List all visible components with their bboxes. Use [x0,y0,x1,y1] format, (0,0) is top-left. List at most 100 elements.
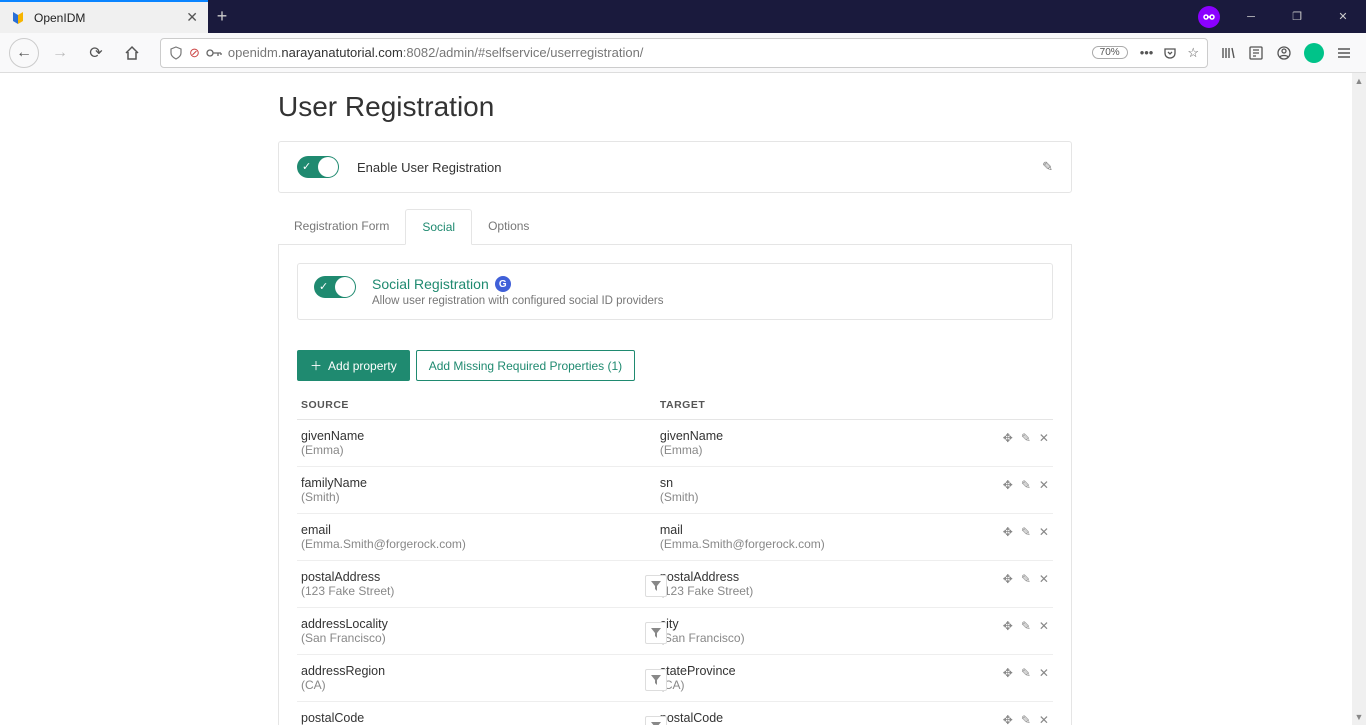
url-bar[interactable]: ⊘ openidm.narayanatutorial.com:8082/admi… [160,38,1208,68]
property-row: addressRegion(CA)stateProvince(CA)✥✎✕ [297,655,1053,702]
target-value: (123 Fake Street) [660,584,962,598]
add-property-button[interactable]: ＋ Add property [297,350,410,381]
move-icon[interactable]: ✥ [1003,478,1013,492]
target-name: sn [660,476,962,490]
target-value: (CA) [660,678,962,692]
property-row: givenName(Emma)givenName(Emma)✥✎✕ [297,420,1053,467]
social-registration-title: Social Registration G [372,276,663,292]
filter-icon[interactable] [645,716,667,725]
zoom-indicator[interactable]: 70% [1092,46,1128,59]
home-button[interactable] [116,37,148,69]
enable-registration-toggle[interactable]: ✓ [297,156,339,178]
account-icon[interactable] [1276,45,1292,61]
property-row: familyName(Smith)sn(Smith) ✥ ✎ ✕ [297,467,1053,514]
window-maximize-button[interactable]: ❐ [1274,0,1320,33]
tab-title: OpenIDM [34,11,178,25]
target-value: (San Francisco) [660,631,962,645]
reload-button[interactable]: ⟳ [80,37,112,69]
enable-registration-panel: ✓ Enable User Registration ✎ [278,141,1072,193]
forward-button: → [44,37,76,69]
header-source: SOURCE [297,399,660,411]
key-icon [206,47,222,59]
source-name: email [301,523,660,537]
scroll-down-icon[interactable]: ▼ [1352,709,1366,725]
no-tracking-icon: ⊘ [189,45,200,61]
viewport: User Registration ✓ Enable User Registra… [0,73,1352,725]
browser-tab[interactable]: OpenIDM ✕ [0,0,208,33]
source-name: familyName [301,476,660,490]
delete-icon[interactable]: ✕ [1039,431,1049,445]
browser-navbar: ← → ⟳ ⊘ openidm.narayanatutorial.com:808… [0,33,1366,73]
source-value: (CA) [301,678,660,692]
scroll-up-icon[interactable]: ▲ [1352,73,1366,89]
enable-registration-label: Enable User Registration [357,160,1024,175]
edit-icon[interactable]: ✎ [1021,478,1031,492]
favicon-icon [10,10,26,26]
back-button[interactable]: ← [8,37,40,69]
library-icon[interactable] [1220,45,1236,61]
bookmark-star-icon[interactable]: ☆ [1187,45,1199,61]
property-row: postalAddress(123 Fake Street)postalAddr… [297,561,1053,608]
header-target: TARGET [660,399,962,411]
target-name: postalCode [660,711,962,725]
delete-icon[interactable]: ✕ [1039,572,1049,586]
grammarly-icon[interactable] [1304,43,1324,63]
move-icon[interactable]: ✥ [1003,525,1013,539]
edit-icon[interactable]: ✎ [1021,572,1031,586]
move-icon[interactable]: ✥ [1003,431,1013,445]
filter-icon[interactable] [645,575,667,597]
property-table-header: SOURCE TARGET [297,391,1053,420]
tabs: Registration Form Social Options [278,209,1072,245]
window-minimize-button[interactable]: ─ [1228,0,1274,33]
move-icon[interactable]: ✥ [1003,713,1013,725]
add-missing-properties-button[interactable]: Add Missing Required Properties (1) [416,350,635,381]
move-icon[interactable]: ✥ [1003,619,1013,633]
source-name: givenName [301,429,660,443]
tab-content-social: ✓ Social Registration G Allow user regis… [278,245,1072,725]
edit-icon[interactable]: ✎ [1021,619,1031,633]
delete-icon[interactable]: ✕ [1039,478,1049,492]
source-value: (Smith) [301,490,660,504]
hamburger-menu-icon[interactable] [1336,45,1352,61]
check-icon: ✓ [302,160,311,173]
source-value: (Emma) [301,443,660,457]
window-close-button[interactable]: ✕ [1320,0,1366,33]
delete-icon[interactable]: ✕ [1039,713,1049,725]
pocket-icon[interactable] [1163,46,1177,60]
window-titlebar: OpenIDM ✕ + ─ ❐ ✕ [0,0,1366,33]
social-registration-description: Allow user registration with configured … [372,295,663,307]
meatball-menu-icon[interactable]: ••• [1140,45,1154,60]
viewport-scrollbar[interactable]: ▲ ▼ [1352,73,1366,725]
filter-icon[interactable] [645,669,667,691]
page-title: User Registration [278,91,1072,123]
target-name: givenName [660,429,962,443]
delete-icon[interactable]: ✕ [1039,525,1049,539]
delete-icon[interactable]: ✕ [1039,619,1049,633]
google-badge-icon: G [495,276,511,292]
move-icon[interactable]: ✥ [1003,666,1013,680]
property-row: addressLocality(San Francisco)city(San F… [297,608,1053,655]
tab-social[interactable]: Social [405,209,472,245]
new-tab-button[interactable]: + [208,0,236,33]
filter-icon[interactable] [645,622,667,644]
edit-icon[interactable]: ✎ [1021,666,1031,680]
delete-icon[interactable]: ✕ [1039,666,1049,680]
shield-icon [169,46,183,60]
social-registration-panel: ✓ Social Registration G Allow user regis… [297,263,1053,320]
reader-icon[interactable] [1248,45,1264,61]
source-name: postalCode [301,711,660,725]
move-icon[interactable]: ✥ [1003,572,1013,586]
edit-icon[interactable]: ✎ [1021,713,1031,725]
tab-close-icon[interactable]: ✕ [186,9,198,26]
mask-extension-icon[interactable] [1198,6,1220,28]
edit-icon[interactable]: ✎ [1021,431,1031,445]
social-registration-toggle[interactable]: ✓ [314,276,356,298]
plus-icon: ＋ [310,357,322,374]
tab-registration-form[interactable]: Registration Form [278,209,405,244]
edit-icon[interactable]: ✎ [1042,159,1053,175]
button-row: ＋ Add property Add Missing Required Prop… [297,350,1053,381]
target-value: (Smith) [660,490,962,504]
tab-options[interactable]: Options [472,209,545,244]
edit-icon[interactable]: ✎ [1021,525,1031,539]
source-value: (San Francisco) [301,631,660,645]
